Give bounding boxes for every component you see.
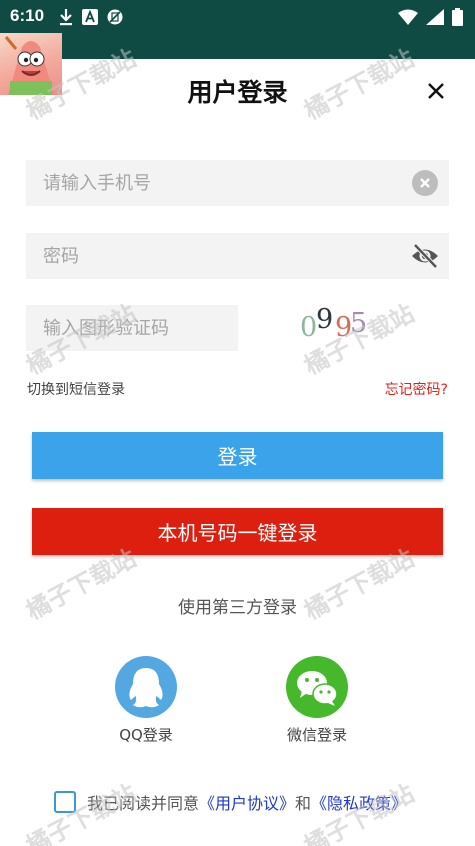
wechat-icon: [286, 656, 348, 718]
clear-input-button[interactable]: [412, 170, 438, 196]
close-icon: [428, 83, 444, 99]
agreement-row: 我已阅读并同意 《用户协议》 和 《隐私政策》: [54, 789, 407, 815]
phone-input[interactable]: [26, 160, 449, 206]
forgot-password-link[interactable]: 忘记密码?: [385, 379, 448, 399]
toggle-password-visibility-button[interactable]: [410, 242, 440, 270]
status-bar: 6:10: [0, 0, 475, 33]
password-input[interactable]: [26, 233, 449, 279]
password-field: [26, 233, 449, 279]
clear-icon: [420, 178, 430, 188]
captcha-field: [26, 305, 238, 351]
no-sim-icon: [107, 9, 123, 25]
agreement-prefix: 我已阅读并同意: [87, 794, 200, 813]
close-button[interactable]: [421, 76, 451, 106]
qq-login-label: QQ登录: [119, 726, 173, 744]
qq-icon: [115, 656, 177, 718]
user-agreement-link[interactable]: 《用户协议》: [199, 790, 295, 814]
privacy-policy-link[interactable]: 《隐私政策》: [311, 790, 407, 814]
status-time: 6:10: [10, 6, 45, 25]
page-title: 用户登录: [187, 78, 288, 107]
wechat-login-label: 微信登录: [286, 726, 347, 744]
font-a-icon: [82, 9, 98, 25]
third-party-login-title: 使用第三方登录: [178, 598, 297, 618]
captcha-char: 0: [300, 312, 318, 343]
captcha-char: 9: [316, 304, 334, 335]
wechat-login-button[interactable]: 微信登录: [267, 656, 367, 745]
captcha-input[interactable]: [26, 305, 238, 351]
one-key-login-button[interactable]: 本机号码一键登录: [32, 508, 443, 555]
qq-login-button[interactable]: QQ登录: [96, 656, 196, 745]
battery-icon: [452, 8, 463, 26]
signal-icon: [426, 9, 444, 25]
wifi-icon: [398, 9, 418, 25]
app-header-strip: [0, 33, 475, 59]
login-button[interactable]: 登录: [32, 432, 443, 479]
agreement-and: 和: [295, 794, 312, 813]
eye-off-icon: [412, 243, 438, 269]
phone-field: [26, 160, 449, 206]
agreement-checkbox[interactable]: [54, 791, 76, 813]
captcha-image[interactable]: 0 9 9 5: [296, 304, 368, 348]
captcha-char: 5: [350, 308, 368, 339]
switch-to-sms-login-link[interactable]: 切换到短信登录: [27, 379, 125, 399]
download-icon: [60, 9, 72, 26]
